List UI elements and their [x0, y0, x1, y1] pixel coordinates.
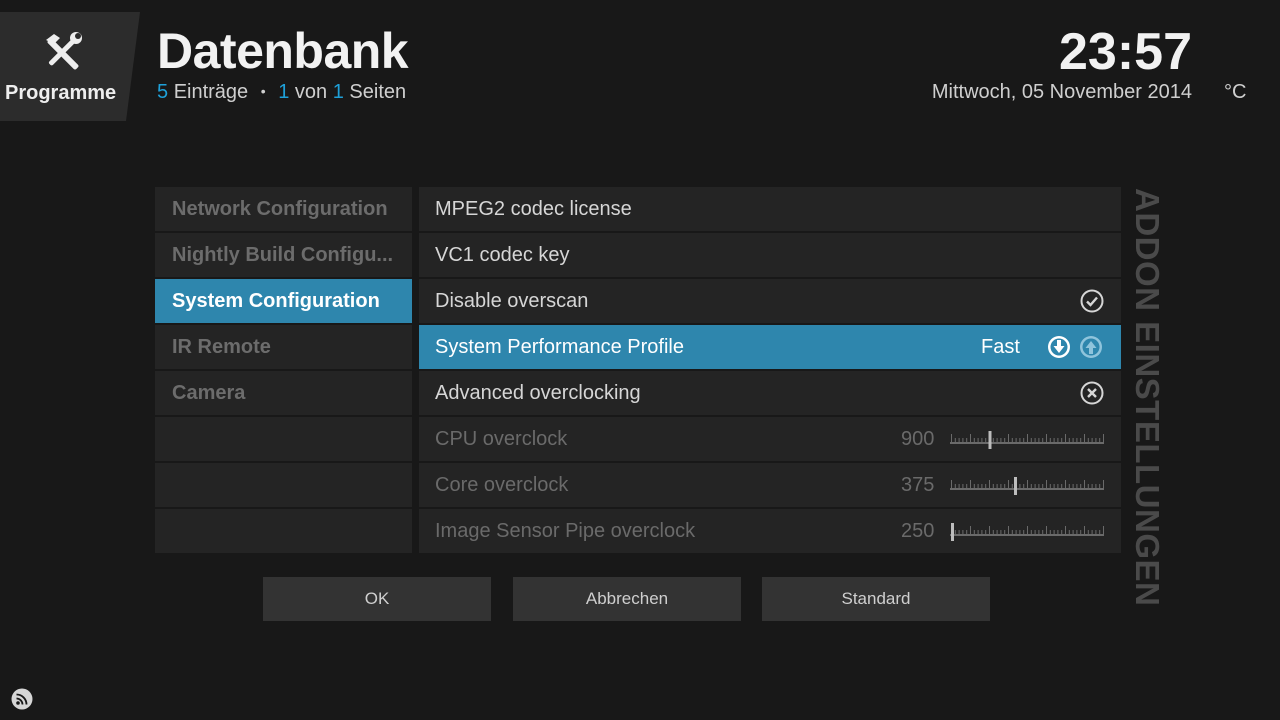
- cpu-overclock-slider: [950, 431, 1104, 449]
- page-current: 1: [278, 81, 290, 103]
- slider-handle: [1014, 477, 1017, 495]
- settings-list: MPEG2 codec license VC1 codec key Disabl…: [419, 187, 1121, 555]
- setting-label: System Performance Profile: [435, 336, 684, 358]
- arrow-up-circle-icon[interactable]: [1078, 334, 1104, 360]
- category-camera[interactable]: Camera: [155, 371, 412, 415]
- clock: 23:57: [1059, 23, 1192, 81]
- category-nightly-build-configuration[interactable]: Nightly Build Configu...: [155, 233, 412, 277]
- slider-handle: [988, 431, 992, 449]
- category-system-configuration[interactable]: System Configuration: [155, 279, 412, 323]
- core-overclock-slider: [950, 477, 1104, 495]
- section-label: Programme: [5, 82, 117, 104]
- category-empty: [155, 509, 412, 553]
- category-empty: [155, 463, 412, 507]
- setting-value: 375: [901, 474, 935, 496]
- pages-label: Seiten: [349, 81, 407, 103]
- setting-advanced-overclocking[interactable]: Advanced overclocking: [419, 371, 1121, 415]
- setting-mpeg2-codec-license[interactable]: MPEG2 codec license: [419, 187, 1121, 231]
- setting-label: CPU overclock: [435, 428, 568, 450]
- setting-value: Fast: [981, 336, 1020, 358]
- category-label: IR Remote: [172, 336, 271, 358]
- setting-value: 900: [901, 428, 935, 450]
- slider-handle: [951, 523, 954, 541]
- image-sensor-pipe-overclock-slider: [950, 523, 1104, 541]
- page-subtitle: 5 Einträge • 1 von 1 Seiten: [157, 81, 406, 104]
- section-badge: Programme: [0, 12, 140, 121]
- page-title: Datenbank: [157, 23, 409, 79]
- setting-vc1-codec-key[interactable]: VC1 codec key: [419, 233, 1121, 277]
- date: Mittwoch, 05 November 2014: [931, 81, 1192, 103]
- setting-label: Image Sensor Pipe overclock: [435, 520, 696, 542]
- default-button[interactable]: Standard: [762, 577, 990, 621]
- setting-label: MPEG2 codec license: [435, 198, 632, 220]
- setting-label: Core overclock: [435, 474, 569, 496]
- category-network-configuration[interactable]: Network Configuration: [155, 187, 412, 231]
- category-label: System Configuration: [172, 290, 380, 312]
- temperature: °C: [1224, 81, 1247, 103]
- setting-cpu-overclock: CPU overclock 900: [419, 417, 1121, 461]
- page-total: 1: [332, 81, 344, 103]
- arrow-down-circle-icon[interactable]: [1046, 334, 1072, 360]
- ok-button[interactable]: OK: [263, 577, 491, 621]
- category-label: Nightly Build Configu...: [172, 244, 394, 266]
- entries-count: 5: [157, 81, 169, 103]
- page-of-label: von: [294, 81, 328, 103]
- check-circle-icon: [1080, 289, 1104, 313]
- setting-value: 250: [901, 520, 935, 542]
- vertical-label-text: ADDON EINSTELLUNGEN: [1129, 188, 1166, 607]
- setting-label: VC1 codec key: [435, 244, 570, 266]
- category-label: Camera: [172, 382, 246, 404]
- separator: •: [260, 83, 266, 99]
- tools-icon: [46, 32, 82, 70]
- setting-label: Advanced overclocking: [435, 382, 641, 404]
- setting-label: Disable overscan: [435, 290, 589, 312]
- entries-label: Einträge: [173, 81, 249, 103]
- vertical-section-label: ADDON EINSTELLUNGEN: [1128, 188, 1166, 628]
- x-circle-icon: [1080, 381, 1104, 405]
- category-label: Network Configuration: [172, 198, 388, 220]
- category-ir-remote[interactable]: IR Remote: [155, 325, 412, 369]
- setting-disable-overscan[interactable]: Disable overscan: [419, 279, 1121, 323]
- setting-core-overclock: Core overclock 375: [419, 463, 1121, 507]
- category-list: Network Configuration Nightly Build Conf…: [155, 187, 412, 555]
- category-empty: [155, 417, 412, 461]
- cancel-button[interactable]: Abbrechen: [513, 577, 741, 621]
- setting-system-performance-profile[interactable]: System Performance Profile Fast: [419, 325, 1121, 369]
- setting-image-sensor-pipe-overclock: Image Sensor Pipe overclock 250: [419, 509, 1121, 553]
- rss-icon: [11, 688, 33, 710]
